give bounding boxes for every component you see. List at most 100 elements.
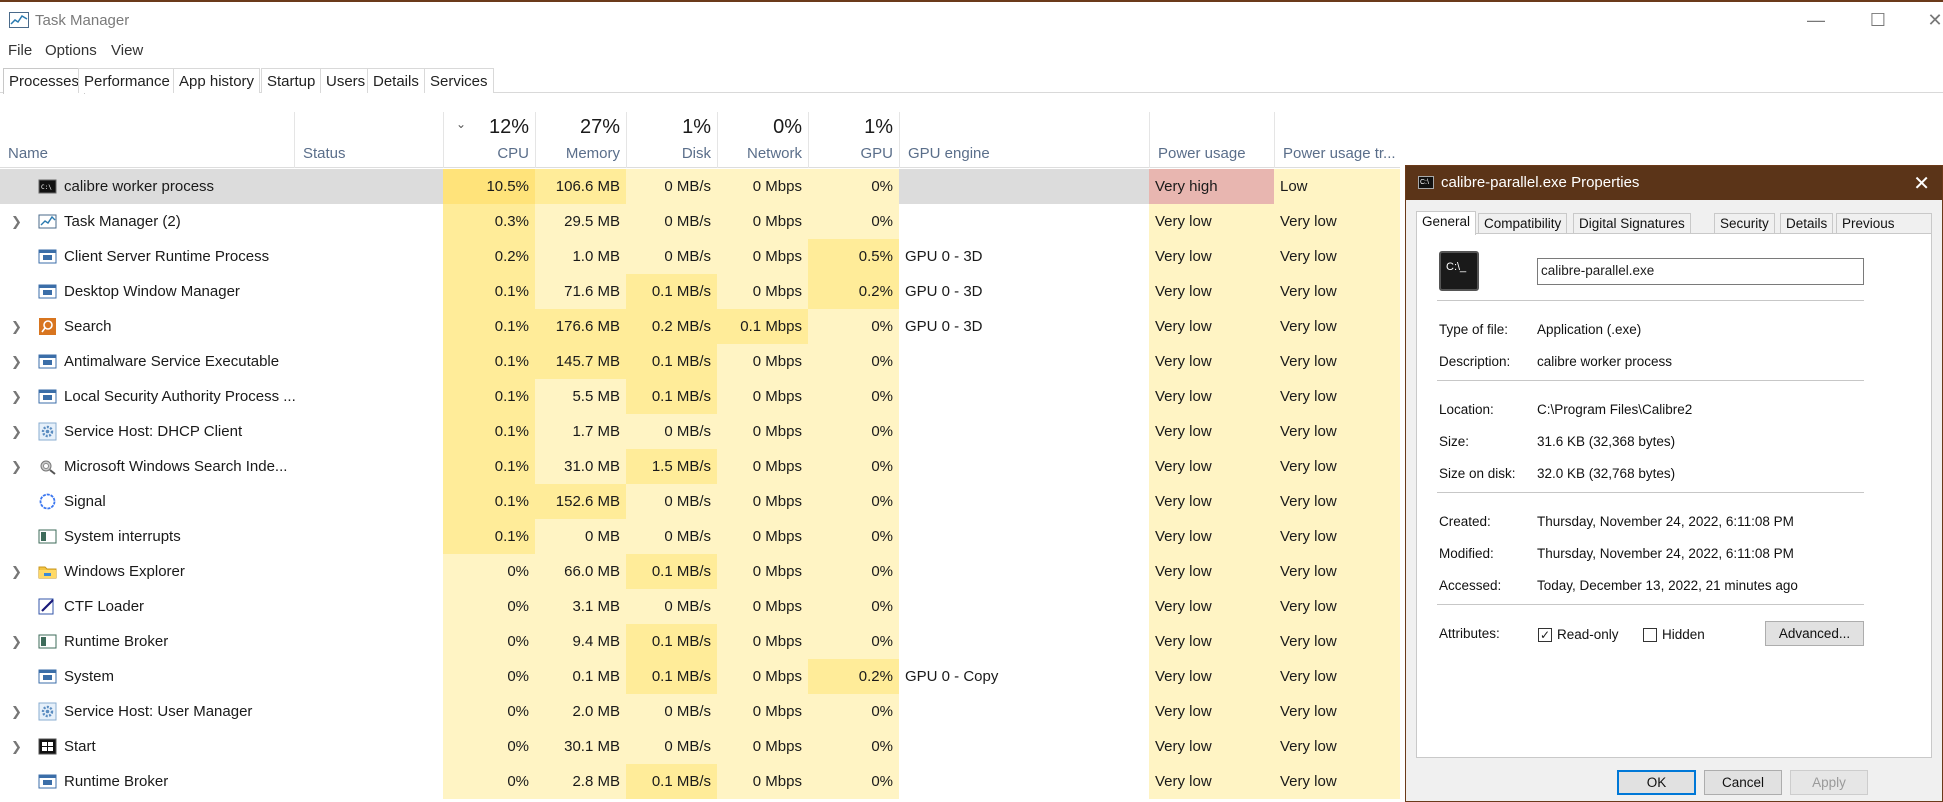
tab-users[interactable]: Users — [320, 68, 372, 93]
dialog-tab-digital-signatures[interactable]: Digital Signatures — [1573, 213, 1691, 234]
filename-field[interactable]: calibre-parallel.exe — [1537, 258, 1864, 285]
header-status[interactable]: Status — [294, 112, 443, 168]
power-usage-cell: Very low — [1149, 589, 1274, 624]
power-trend-cell: Very low — [1274, 729, 1400, 764]
power-trend-cell: Very low — [1274, 764, 1400, 799]
header-name-label: Name — [8, 145, 49, 162]
read-only-checkbox[interactable]: ✓ — [1538, 628, 1552, 642]
process-row[interactable]: ❯ Service Host: User Manager 0% 2.0 MB 0 MB/… — [0, 694, 1400, 729]
tab-app-history[interactable]: App history — [173, 68, 261, 93]
created-value: Thursday, November 24, 2022, 6:11:08 PM — [1537, 514, 1794, 529]
dialog-tab-previous-versions[interactable]: Previous Versions — [1836, 213, 1932, 246]
menu-file[interactable]: File — [8, 42, 32, 59]
process-row[interactable]: ❯ Antimalware Service Executable 0.1% 145.7… — [0, 344, 1400, 379]
expand-chevron-icon[interactable]: ❯ — [11, 554, 22, 589]
process-name: Desktop Window Manager — [64, 283, 240, 300]
cpu-cell: 0% — [443, 589, 535, 624]
cpu-cell: 0.1% — [443, 519, 535, 554]
power-usage-cell: Very low — [1149, 414, 1274, 449]
expand-chevron-icon[interactable]: ❯ — [11, 204, 22, 239]
header-cpu[interactable]: 12% CPU — [443, 112, 535, 168]
cancel-button[interactable]: Cancel — [1704, 770, 1782, 795]
close-button[interactable]: ✕ — [1925, 10, 1943, 31]
dialog-title-bar: C:\ calibre-parallel.exe Properties ✕ — [1406, 166, 1942, 200]
dialog-tab-compatibility[interactable]: Compatibility — [1478, 213, 1568, 234]
power-usage-cell: Very low — [1149, 659, 1274, 694]
process-row[interactable]: ❯ Start 0% 30.1 MB 0 MB/s 0 Mbps 0% Very low Ver… — [0, 729, 1400, 764]
expand-chevron-icon[interactable]: ❯ — [11, 379, 22, 414]
process-row[interactable]: ❯ Task Manager (2) 0.3% 29.5 MB 0 MB/s 0 Mbps… — [0, 204, 1400, 239]
menu-view[interactable]: View — [111, 42, 143, 59]
process-name: Service Host: DHCP Client — [64, 423, 243, 440]
svg-text:C:\: C:\ — [41, 184, 52, 191]
process-row[interactable]: ❯ Microsoft Windows Search Inde... 0.1% 31.… — [0, 449, 1400, 484]
process-row[interactable]: System interrupts 0.1% 0 MB 0 MB/s 0 Mbps 0% V… — [0, 519, 1400, 554]
properties-dialog: C:\ calibre-parallel.exe Properties ✕ Ge… — [1405, 165, 1943, 802]
expand-chevron-icon[interactable]: ❯ — [11, 344, 22, 379]
process-name: System interrupts — [64, 528, 181, 545]
file-icon-text: C:\_ — [1446, 261, 1467, 273]
tab-details[interactable]: Details — [367, 68, 425, 93]
tab-startup[interactable]: Startup — [261, 68, 322, 93]
memory-cell: 2.8 MB — [535, 764, 626, 799]
gpu-cell: 0% — [808, 624, 899, 659]
gpu-cell: 0% — [808, 694, 899, 729]
header-memory[interactable]: 27% Memory — [535, 112, 626, 168]
expand-chevron-icon[interactable]: ❯ — [11, 729, 22, 764]
process-row[interactable]: Runtime Broker 0% 2.8 MB 0.1 MB/s 0 Mbps 0% Ve… — [0, 764, 1400, 799]
maximize-button[interactable]: ☐ — [1868, 10, 1888, 31]
process-row[interactable]: ❯ Runtime Broker 0% 9.4 MB 0.1 MB/s 0 Mbps 0% V… — [0, 624, 1400, 659]
process-row[interactable]: ❯ Search 0.1% 176.6 MB 0.2 MB/s 0.1 Mbps 0% GPU… — [0, 309, 1400, 344]
expand-chevron-icon[interactable]: ❯ — [11, 624, 22, 659]
process-row[interactable]: C:\ calibre worker process 10.5% 106.6 MB 0 … — [0, 169, 1400, 204]
dialog-tab-details[interactable]: Details — [1780, 213, 1834, 234]
process-row[interactable]: ❯ Local Security Authority Process ... 0.1… — [0, 379, 1400, 414]
tab-performance[interactable]: Performance — [78, 68, 176, 93]
network-cell: 0 Mbps — [717, 729, 808, 764]
process-row[interactable]: CTF Loader 0% 3.1 MB 0 MB/s 0 Mbps 0% Very low… — [0, 589, 1400, 624]
header-power-usage-trend[interactable]: Power usage tr... — [1274, 112, 1400, 168]
minimize-button[interactable]: — — [1806, 10, 1826, 31]
cpu-cell: 0% — [443, 694, 535, 729]
header-gpu-engine[interactable]: GPU engine — [899, 112, 1149, 168]
process-row[interactable]: Desktop Window Manager 0.1% 71.6 MB 0.1 MB/… — [0, 274, 1400, 309]
process-name: Task Manager (2) — [64, 213, 181, 230]
header-name[interactable]: Name — [0, 112, 294, 168]
task-manager-icon — [38, 214, 57, 229]
gpu-engine-cell — [899, 519, 1149, 554]
window-app-icon — [38, 389, 57, 404]
process-row[interactable]: System 0% 0.1 MB 0.1 MB/s 0 Mbps 0.2% GPU 0 - … — [0, 659, 1400, 694]
power-trend-cell: Very low — [1274, 694, 1400, 729]
attributes-label: Attributes: — [1439, 626, 1500, 641]
network-cell: 0 Mbps — [717, 624, 808, 659]
window-app-icon — [38, 284, 57, 299]
menu-options[interactable]: Options — [45, 42, 97, 59]
expand-chevron-icon[interactable]: ❯ — [11, 309, 22, 344]
ok-button[interactable]: OK — [1617, 770, 1696, 795]
apply-button[interactable]: Apply — [1790, 770, 1868, 795]
process-row[interactable]: Signal 0.1% 152.6 MB 0 MB/s 0 Mbps 0% Very low… — [0, 484, 1400, 519]
advanced-button[interactable]: Advanced... — [1765, 621, 1864, 646]
dialog-tab-general[interactable]: General — [1416, 211, 1477, 235]
expand-chevron-icon[interactable]: ❯ — [11, 414, 22, 449]
process-row[interactable]: ❯ Windows Explorer 0% 66.0 MB 0.1 MB/s 0 Mbps… — [0, 554, 1400, 589]
gpu-cell: 0% — [808, 309, 899, 344]
gpu-engine-cell — [899, 624, 1149, 659]
tab-services[interactable]: Services — [424, 68, 494, 93]
process-row[interactable]: ❯ Service Host: DHCP Client 0.1% 1.7 MB 0 MB… — [0, 414, 1400, 449]
header-network[interactable]: 0% Network — [717, 112, 808, 168]
header-power-usage[interactable]: Power usage — [1149, 112, 1274, 168]
tab-processes[interactable]: Processes — [3, 68, 86, 94]
expand-chevron-icon[interactable]: ❯ — [11, 694, 22, 729]
power-trend-cell: Very low — [1274, 589, 1400, 624]
network-cell: 0 Mbps — [717, 484, 808, 519]
memory-cell: 30.1 MB — [535, 729, 626, 764]
dialog-tab-security[interactable]: Security — [1714, 213, 1775, 234]
process-row[interactable]: Client Server Runtime Process 0.2% 1.0 MB 0… — [0, 239, 1400, 274]
dialog-close-icon[interactable]: ✕ — [1913, 171, 1930, 196]
header-cpu-percent: 12% — [488, 116, 529, 138]
header-disk[interactable]: 1% Disk — [626, 112, 717, 168]
expand-chevron-icon[interactable]: ❯ — [11, 449, 22, 484]
header-gpu[interactable]: 1% GPU — [808, 112, 899, 168]
hidden-checkbox[interactable] — [1643, 628, 1657, 642]
